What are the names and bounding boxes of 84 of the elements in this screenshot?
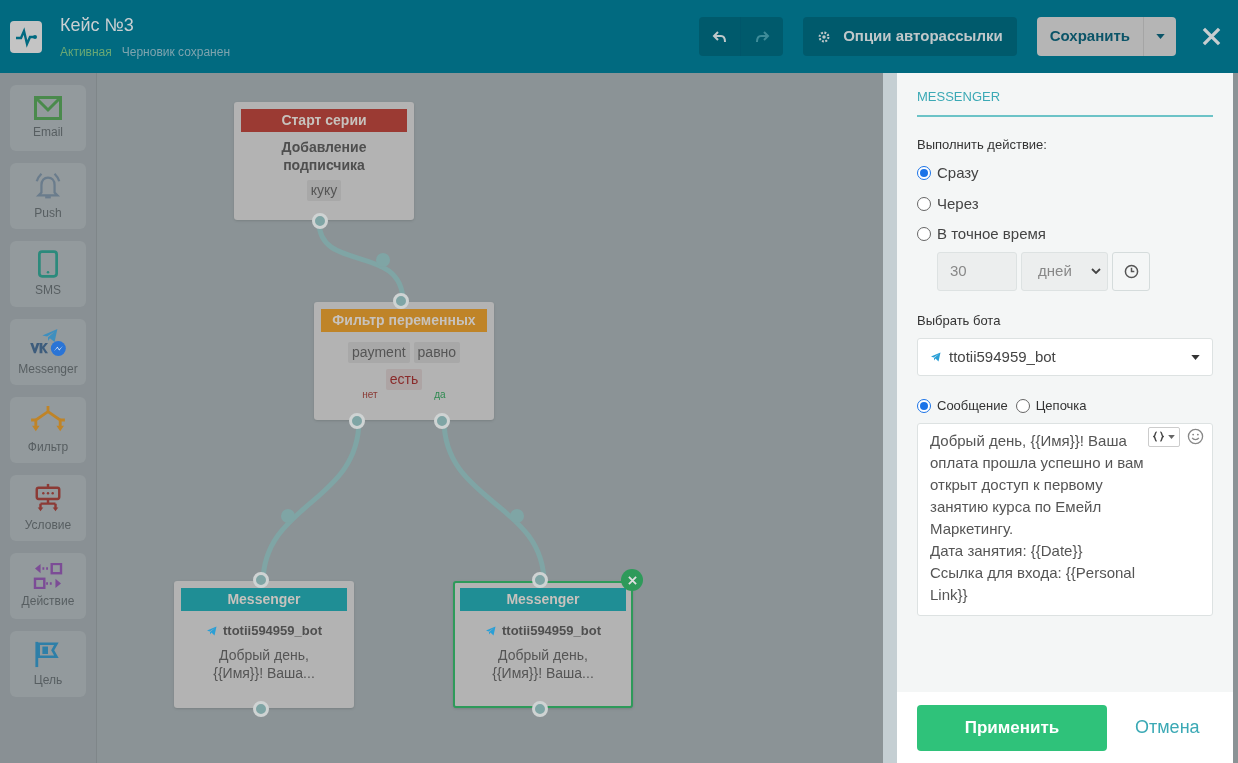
caret-icon — [1191, 354, 1200, 360]
connection-port[interactable] — [253, 572, 269, 588]
palette-item[interactable]: Push — [10, 163, 86, 229]
branch-label: да — [434, 388, 446, 402]
radio-option[interactable]: Сразу — [917, 162, 1213, 185]
radio-button[interactable] — [917, 196, 931, 211]
apply-button[interactable]: Применить — [917, 704, 1107, 751]
palette-item[interactable]: Цель — [10, 631, 86, 697]
redo-button[interactable] — [741, 17, 784, 56]
envelope-icon — [34, 95, 62, 120]
palette-item[interactable]: Email — [10, 85, 86, 151]
cancel-button[interactable]: Отмена — [1135, 714, 1200, 741]
robot-branch-icon — [33, 482, 63, 513]
node-tag: куку — [306, 180, 342, 201]
connection-port[interactable] — [312, 213, 328, 229]
branch-label: нет — [362, 388, 378, 402]
bot-name: ttotii594959_bot — [206, 621, 322, 641]
paper-plane-icon — [930, 351, 942, 363]
radio-option[interactable]: Через — [917, 192, 1213, 215]
field-label: Выбрать бота — [917, 311, 1002, 330]
node-title: Добавление подписчика — [280, 138, 368, 174]
paper-plane-icon — [206, 624, 218, 637]
braces-icon — [1153, 431, 1164, 442]
save-state-label: Черновик сохранен — [121, 44, 231, 61]
save-button[interactable]: Сохранить — [1036, 17, 1144, 56]
node-tag: есть — [385, 369, 423, 390]
flow-node[interactable]: Messenger ttotii594959_bot Добрый день, {{Имя}}! Ваша... — [453, 581, 633, 708]
case-title: Кейс №3 — [60, 14, 135, 37]
chevron-down-icon — [1091, 268, 1101, 274]
message-field[interactable]: Добрый день, {{Имя}}! Ваша оплата прошла успешно и вам открыт доступ к первому занятию курса по Емейл Маркетингу. Дата занятия: {{Date}} Ссылка для входа: {{Personal Link}} — [917, 422, 1213, 616]
options-button[interactable]: Опции авторассылки — [803, 17, 1017, 56]
palette-item[interactable]: Messenger — [10, 319, 86, 385]
radio-button[interactable] — [917, 166, 931, 181]
node-tag: равно — [413, 342, 461, 363]
flag-icon — [34, 639, 62, 668]
emoji-icon[interactable] — [1187, 427, 1204, 445]
radio-button[interactable] — [1015, 398, 1030, 413]
message-preview: Добрый день, {{Имя}}! Ваша... — [212, 645, 316, 682]
flow-node[interactable]: Messenger ttotii594959_bot Добрый день, {{Имя}}! Ваша... — [174, 581, 354, 708]
node-header: Messenger — [181, 588, 347, 611]
radio-button[interactable] — [917, 227, 931, 242]
node-header: Старт серии — [241, 109, 407, 132]
clock-button[interactable] — [1112, 251, 1150, 291]
variables-button[interactable] — [1148, 426, 1180, 447]
bot-select[interactable]: ttotii594959_bot — [917, 338, 1213, 376]
message-preview: Добрый день, {{Имя}}! Ваша... — [491, 645, 595, 682]
radio-option[interactable]: Сообщение — [917, 396, 1008, 416]
swap-arrows-icon — [33, 562, 63, 589]
connection-port[interactable] — [253, 701, 269, 717]
phone-icon — [38, 249, 58, 278]
bell-icon — [33, 170, 63, 201]
bot-name: ttotii594959_bot — [485, 621, 601, 641]
radio-option[interactable]: Цепочка — [1015, 396, 1087, 416]
status-label: Активная — [60, 44, 112, 61]
connection-port[interactable] — [434, 413, 450, 429]
caret-icon — [1168, 434, 1175, 439]
paper-plane-icon — [485, 624, 497, 637]
gear-icon — [817, 29, 832, 44]
node-tag: payment — [347, 342, 410, 363]
delete-node-button[interactable] — [621, 569, 643, 591]
app-logo-icon — [10, 20, 42, 53]
connection-port[interactable] — [532, 572, 548, 588]
section-title: MESSENGER — [917, 87, 1213, 117]
flow-node[interactable]: Старт серии Добавление подписчика куку — [234, 102, 414, 220]
field-label: Выполнить действие: — [917, 135, 1048, 154]
close-icon — [627, 575, 637, 585]
connection-port[interactable] — [532, 701, 548, 717]
messenger-logos-icon — [29, 326, 67, 357]
undo-button[interactable] — [699, 17, 742, 56]
node-header: Messenger — [460, 588, 626, 611]
connection-port[interactable] — [349, 413, 365, 429]
caret-icon — [1155, 34, 1165, 39]
palette-item[interactable]: Действие — [10, 553, 86, 619]
save-options-button[interactable] — [1144, 17, 1176, 56]
connection-port[interactable] — [393, 293, 409, 309]
node-header: Фильтр переменных — [321, 309, 487, 332]
flow-node[interactable]: Фильтр переменных payment равно есть нет да — [314, 302, 494, 420]
radio-button[interactable] — [917, 398, 931, 413]
clock-icon — [1123, 263, 1139, 279]
palette-item[interactable]: Фильтр — [10, 397, 86, 463]
radio-option[interactable]: В точное время — [917, 223, 1213, 246]
palette-item[interactable]: Условие — [10, 475, 86, 541]
palette-item[interactable]: SMS — [10, 241, 86, 307]
close-icon — [1201, 27, 1221, 46]
